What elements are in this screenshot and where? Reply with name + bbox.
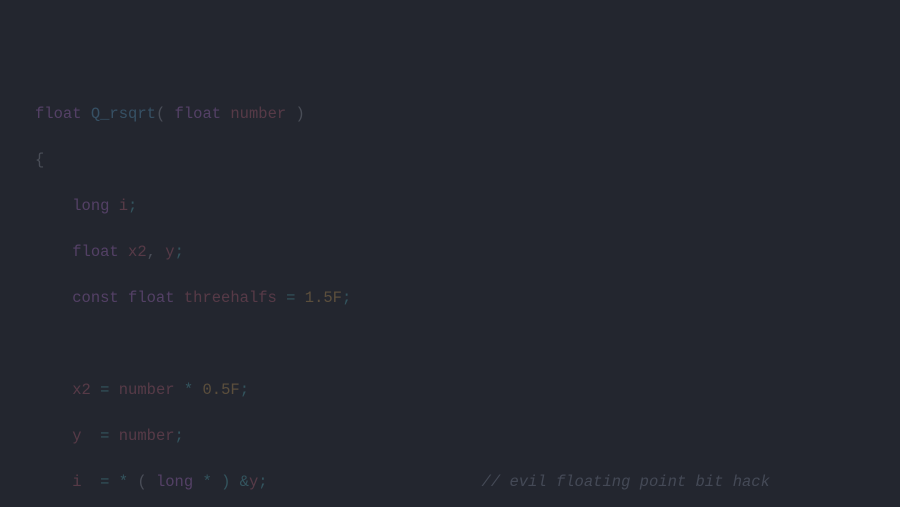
code-line-6 <box>35 333 900 356</box>
code-editor: float Q_rsqrt( float number ) { long i; … <box>0 0 900 507</box>
code-line-5: const float threehalfs = 1.5F; <box>35 287 900 310</box>
code-line-2: { <box>35 149 900 172</box>
code-line-8: y = number; <box>35 425 900 448</box>
code-line-4: float x2, y; <box>35 241 900 264</box>
code-line-3: long i; <box>35 195 900 218</box>
code-line-7: x2 = number * 0.5F; <box>35 379 900 402</box>
code-line-9: i = * ( long * ) &y; // evil floating po… <box>35 471 900 494</box>
code-line-1: float Q_rsqrt( float number ) <box>35 103 900 126</box>
